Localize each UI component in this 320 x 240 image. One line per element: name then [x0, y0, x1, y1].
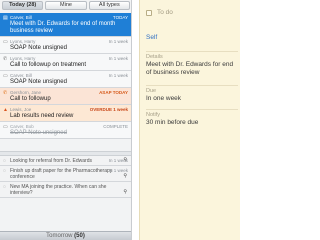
note-item[interactable]: ◌ New MA joining the practice. When can …: [0, 182, 131, 198]
task-item[interactable]: ✆ Gershorn, Jane ASAP TODAY Call to foll…: [0, 88, 131, 105]
task-due: In 1 week: [108, 73, 128, 78]
assignee-field[interactable]: Self: [146, 34, 238, 42]
details-value[interactable]: Meet with Dr. Edwards for end of busines…: [146, 61, 238, 77]
task-item[interactable]: ▭ Carver, Bill In 1 week SOAP Note unsig…: [0, 71, 131, 88]
divider: [146, 85, 238, 86]
task-title: Call to followup: [10, 96, 51, 102]
tomorrow-label: Tomorrow: [46, 233, 73, 239]
details-label: Details: [146, 54, 163, 60]
details-field[interactable]: Details Meet with Dr. Edwards for end of…: [146, 54, 238, 77]
chat-bubble-icon: ◌: [3, 158, 6, 164]
phone-icon: ✆: [3, 90, 8, 96]
due-label: Due: [146, 88, 157, 94]
task-list: ▤ Carver, Bill TODAY Meet with Dr. Edwar…: [0, 13, 131, 139]
note-list: ◌ In 1 week Looking for referral from Dr…: [0, 156, 131, 198]
todo-title-field[interactable]: To do: [157, 9, 173, 16]
note-text: New MA joining the practice. When can sh…: [10, 184, 107, 196]
tomorrow-count: (50): [74, 233, 85, 239]
divider: [146, 109, 238, 110]
task-due: ASAP TODAY: [99, 90, 128, 95]
task-title: SOAP Note unsigned: [10, 130, 67, 136]
tomorrow-bar[interactable]: Tomorrow (50): [0, 231, 131, 240]
task-due: COMPLETE: [103, 124, 128, 129]
pin-icon: ⚲: [123, 173, 127, 179]
notify-value[interactable]: 30 min before due: [146, 119, 238, 127]
note-item[interactable]: ◌ In 1 week Finish up draft paper for th…: [0, 166, 131, 182]
document-icon: ▭: [3, 73, 8, 79]
task-due: TODAY: [112, 15, 128, 20]
chat-bubble-icon: ◌: [3, 168, 6, 174]
notify-label: Notify: [146, 112, 161, 118]
lab-flask-icon: ▲: [3, 107, 8, 113]
pin-icon: ⚲: [123, 157, 127, 163]
tab-all-types-label: All types: [98, 2, 120, 8]
filter-tabs: Today (28) Mine All types: [2, 1, 130, 11]
note-item[interactable]: ◌ In 1 week Looking for referral from Dr…: [0, 156, 131, 166]
task-due: OVERDUE 1 week: [89, 107, 128, 112]
document-icon: ▭: [3, 39, 8, 45]
calendar-icon: ▤: [3, 15, 8, 21]
notify-field[interactable]: Notify 30 min before due: [146, 112, 238, 127]
tab-today[interactable]: Today (28): [2, 1, 44, 10]
task-title: Call to followup on treatment: [10, 62, 87, 68]
task-list-pane: Today (28) Mine All types ▤ Carver, Bill…: [0, 0, 132, 240]
due-field[interactable]: Due In one week: [146, 88, 238, 103]
task-title: Meet with Dr. Edwards for end of month b…: [10, 21, 116, 34]
tab-today-label: Today: [9, 2, 25, 8]
task-title: SOAP Note unsigned: [10, 45, 67, 51]
divider: [146, 51, 238, 52]
task-item[interactable]: ▭ Carver, Bob COMPLETE SOAP Note unsigne…: [0, 122, 131, 139]
tab-mine[interactable]: Mine: [45, 1, 87, 10]
task-title: SOAP Note unsigned: [10, 79, 67, 85]
task-item[interactable]: ▲ Lewis, Joe OVERDUE 1 week Lab results …: [0, 105, 131, 122]
task-due: In 1 week: [108, 39, 128, 44]
task-due: In 1 week: [108, 56, 128, 61]
tab-mine-label: Mine: [60, 2, 72, 8]
due-value[interactable]: In one week: [146, 95, 238, 103]
complete-checkbox[interactable]: [146, 10, 152, 16]
assignee-value[interactable]: Self: [146, 34, 238, 42]
chat-bubble-icon: ◌: [3, 184, 6, 190]
task-detail-pane: To do Self Details Meet with Dr. Edwards…: [139, 0, 240, 240]
tab-all-types[interactable]: All types: [88, 1, 130, 10]
document-icon: ▭: [3, 124, 8, 130]
task-item[interactable]: ▤ Carver, Bill TODAY Meet with Dr. Edwar…: [0, 13, 131, 37]
task-title: Lab results need review: [10, 113, 74, 119]
tab-today-count: (28): [26, 2, 37, 8]
phone-icon: ✆: [3, 56, 8, 62]
task-item[interactable]: ▭ Lyons, Harry In 1 week SOAP Note unsig…: [0, 37, 131, 54]
task-item[interactable]: ✆ Lyons, Harry In 1 week Call to followu…: [0, 54, 131, 71]
pin-icon: ⚲: [123, 189, 127, 195]
